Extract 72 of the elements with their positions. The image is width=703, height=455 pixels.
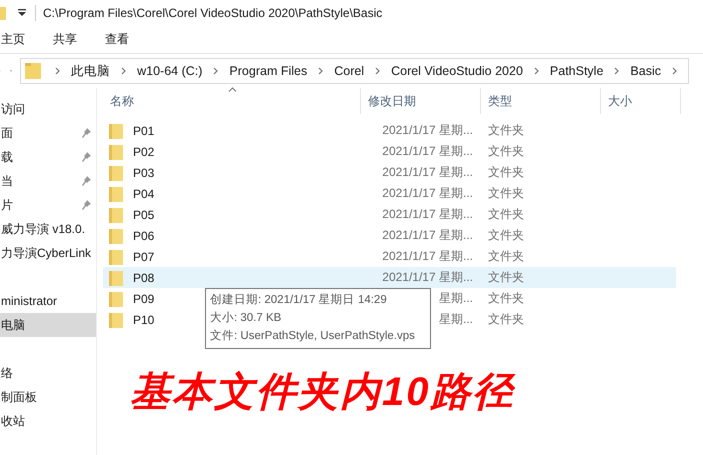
column-header[interactable]: 类型	[481, 88, 601, 114]
modified-date: 星期...	[438, 290, 473, 307]
column-header[interactable]: 名称	[103, 88, 361, 114]
address-bar[interactable]: 此电脑 w10-64 (C:) Program Files Corel Corel VideoStudio 2020 PathStyle Basic	[20, 58, 689, 84]
chevron-right-icon[interactable]	[318, 67, 324, 75]
ribbon-tab[interactable]: 共享	[53, 31, 77, 48]
modified-date: 2021/1/17 星期...	[382, 122, 473, 139]
modified-date: 2021/1/17 星期...	[382, 164, 473, 181]
chevron-right-icon[interactable]	[672, 67, 677, 75]
file-type: 文件夹	[488, 143, 524, 160]
sidebar-item[interactable]: 络	[0, 361, 96, 385]
chevron-right-icon[interactable]	[534, 67, 539, 75]
chevron-right-icon[interactable]	[55, 67, 60, 75]
file-name: P09	[133, 292, 154, 306]
breadcrumb[interactable]: Corel VideoStudio 2020	[391, 64, 523, 78]
file-type: 文件夹	[488, 269, 524, 286]
sidebar-item[interactable]: 片	[0, 193, 96, 217]
file-type: 文件夹	[488, 248, 524, 265]
file-name: P05	[133, 208, 154, 222]
caret-icon[interactable]	[17, 9, 27, 17]
window-title: C:\Program Files\Corel\Corel VideoStudio 2020\PathStyle\Basic	[43, 6, 382, 20]
tooltip-line: 创建日期: 2021/1/17 星期日 14:29	[210, 292, 388, 308]
column-header[interactable]: 大小	[601, 88, 681, 114]
breadcrumb[interactable]: Corel	[334, 64, 364, 78]
sidebar-item[interactable]: 力导演CyberLink	[0, 241, 96, 265]
caption: 基本文件夹内10路径	[130, 369, 516, 416]
ribbon-tab[interactable]: 主页	[1, 31, 25, 48]
sidebar-item[interactable]: 威力导演 v18.0.	[0, 217, 96, 241]
file-name: P10	[133, 312, 154, 326]
sidebar-item[interactable]: 面	[0, 121, 96, 145]
chevron-right-icon[interactable]	[614, 67, 620, 75]
column-header[interactable]: 修改日期	[361, 88, 481, 114]
file-type: 文件夹	[488, 311, 524, 328]
chevron-right-icon[interactable]	[213, 67, 218, 75]
modified-date: 2021/1/17 星期...	[382, 248, 473, 265]
sidebar-item[interactable]: ministrator	[0, 289, 96, 313]
file-name: P01	[133, 124, 154, 138]
sidebar-item[interactable]: 当	[0, 169, 96, 193]
file-type: 文件夹	[488, 206, 524, 223]
sidebar-item[interactable]: 访问	[0, 97, 96, 121]
file-type: 文件夹	[488, 122, 524, 139]
sidebar-item[interactable]: 载	[0, 145, 96, 169]
breadcrumb[interactable]: Program Files	[229, 64, 308, 78]
file-name: P08	[133, 270, 154, 284]
sidebar-item[interactable]: 电脑	[0, 313, 96, 337]
sidebar-item[interactable]: 制面板	[0, 385, 96, 409]
tooltip-line: 大小: 30.7 KB	[210, 310, 282, 326]
modified-date: 2021/1/17 星期...	[382, 143, 473, 160]
modified-date: 2021/1/17 星期...	[382, 206, 473, 223]
modified-date: 2021/1/17 星期...	[382, 227, 473, 244]
file-type: 文件夹	[488, 227, 524, 244]
tooltip-line: 文件: UserPathStyle, UserPathStyle.vps	[210, 328, 416, 344]
breadcrumb[interactable]: Basic	[630, 64, 661, 78]
file-type: 文件夹	[488, 185, 524, 202]
breadcrumb[interactable]: 此电脑	[71, 62, 110, 80]
chevron-right-icon[interactable]	[375, 67, 380, 75]
breadcrumb[interactable]: PathStyle	[550, 64, 604, 78]
file-name: P03	[133, 166, 154, 180]
file-name: P04	[133, 186, 154, 200]
file-name: P07	[133, 250, 154, 264]
file-type: 文件夹	[488, 290, 524, 307]
file-type: 文件夹	[488, 164, 524, 181]
chevron-right-icon[interactable]	[121, 67, 126, 75]
sidebar-item[interactable]: 收站	[0, 409, 96, 433]
breadcrumb[interactable]: w10-64 (C:)	[137, 64, 202, 78]
modified-date: 星期...	[438, 311, 473, 328]
modified-date: 2021/1/17 星期...	[382, 269, 473, 286]
file-name: P02	[133, 144, 154, 158]
selected-row[interactable]: P08 2021/1/17 星期... 文件夹	[103, 267, 676, 288]
ribbon-tab[interactable]: 查看	[105, 31, 129, 48]
modified-date: 2021/1/17 星期...	[382, 185, 473, 202]
file-name: P06	[133, 228, 154, 242]
